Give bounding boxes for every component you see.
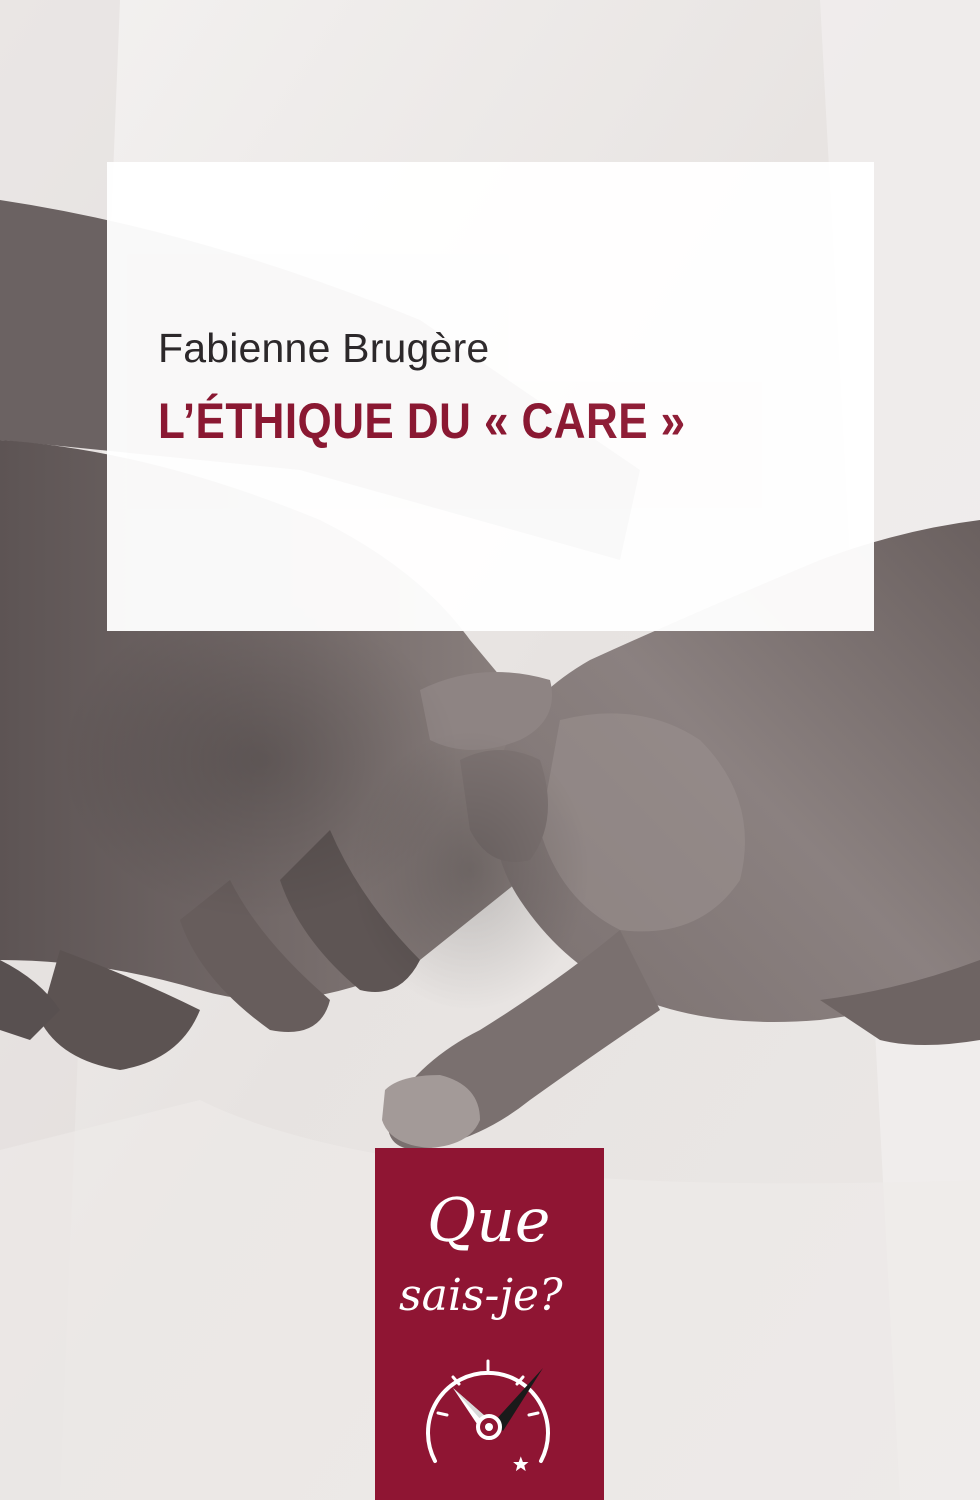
book-title: L’ÉTHIQUE DU « CARE » bbox=[158, 393, 686, 449]
title-panel: Fabienne Brugère L’ÉTHIQUE DU « CARE » bbox=[107, 162, 874, 631]
compass-icon bbox=[426, 1359, 550, 1472]
book-cover: Fabienne Brugère L’ÉTHIQUE DU « CARE » Q… bbox=[0, 0, 980, 1500]
author-name: Fabienne Brugère bbox=[158, 325, 490, 371]
series-title-line2: sais-je? bbox=[399, 1270, 563, 1321]
series-badge: Que sais-je? bbox=[375, 1148, 604, 1500]
series-title-line1: Que bbox=[427, 1186, 551, 1256]
